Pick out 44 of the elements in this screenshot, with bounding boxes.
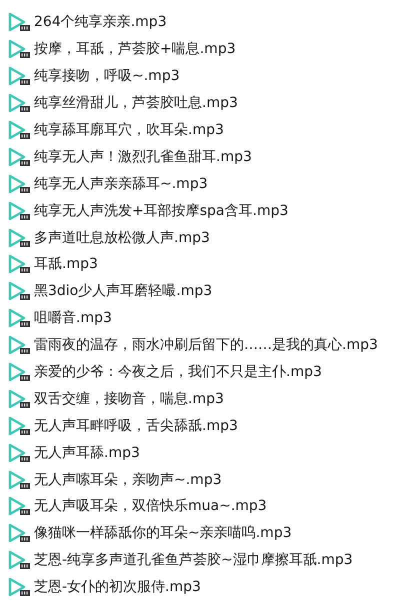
audio-file-icon xyxy=(8,308,30,328)
file-name[interactable]: 耳舐.mp3 xyxy=(34,255,98,274)
file-name[interactable]: 雷雨夜的温存，雨水冲刷后留下的……是我的真心.mp3 xyxy=(34,336,378,354)
file-name[interactable]: 芝恩-纯享多声道孔雀鱼芦荟胶~湿巾摩擦耳舐.mp3 xyxy=(34,551,353,570)
audio-file-icon xyxy=(8,496,30,516)
file-name[interactable]: 亲爱的少爷：今夜之后，我们不只是主仆.mp3 xyxy=(34,363,322,382)
audio-file-icon xyxy=(8,550,30,570)
audio-file-icon xyxy=(8,93,30,114)
file-name[interactable]: 多声道吐息放松微人声.mp3 xyxy=(34,228,210,247)
file-name[interactable]: 纯享无人声洗发+耳部按摩spa含耳.mp3 xyxy=(34,202,288,220)
file-name[interactable]: 无人声耳舔.mp3 xyxy=(34,444,140,462)
file-name[interactable]: 纯享舔耳廓耳穴，吹耳朵.mp3 xyxy=(34,121,224,139)
audio-file-icon xyxy=(8,442,30,463)
audio-file-icon xyxy=(8,12,30,32)
file-name[interactable]: 纯享接吻，呼吸~.mp3 xyxy=(34,67,180,86)
audio-file-icon xyxy=(8,523,30,544)
audio-file-icon xyxy=(8,362,30,382)
audio-file-icon xyxy=(8,174,30,194)
audio-file-icon xyxy=(8,388,30,409)
file-name[interactable]: 纯享丝滑甜儿，芦荟胶吐息.mp3 xyxy=(34,94,238,112)
audio-file-icon xyxy=(8,39,30,60)
audio-file-icon xyxy=(8,416,30,436)
file-name[interactable]: 纯享无人声！激烈孔雀鱼甜耳.mp3 xyxy=(34,148,252,166)
audio-file-icon xyxy=(8,470,30,490)
audio-file-icon xyxy=(8,228,30,248)
file-name[interactable]: 黑3dio少人声耳磨轻嘬.mp3 xyxy=(34,282,212,300)
file-name[interactable]: 无人声吸耳朵，双倍快乐mua~.mp3 xyxy=(34,497,267,516)
audio-file-icon xyxy=(8,335,30,356)
file-name[interactable]: 纯享无人声亲亲舔耳~.mp3 xyxy=(34,174,208,193)
file-name[interactable]: 无人声嗦耳朵，亲吻声~.mp3 xyxy=(34,470,222,489)
file-name[interactable]: 无人声耳畔呼吸，舌尖舔舐.mp3 xyxy=(34,416,238,435)
audio-file-icon xyxy=(8,577,30,598)
file-name[interactable]: 咀嚼音.mp3 xyxy=(34,309,112,328)
file-name[interactable]: 264个纯享亲亲.mp3 xyxy=(34,13,167,32)
file-name[interactable]: 按摩，耳舐，芦荟胶+喘息.mp3 xyxy=(34,40,236,58)
audio-file-icon xyxy=(8,146,30,167)
file-name[interactable]: 双舌交缠，接吻音，喘息.mp3 xyxy=(34,390,224,408)
file-name[interactable]: 芝恩-女仆的初次服侍.mp3 xyxy=(34,578,201,596)
file-name[interactable]: 像猫咪一样舔舐你的耳朵~亲亲喵呜.mp3 xyxy=(34,524,292,542)
audio-file-icon xyxy=(8,281,30,302)
audio-file-icon xyxy=(8,254,30,274)
audio-file-icon xyxy=(8,200,30,221)
audio-file-icon xyxy=(8,120,30,140)
audio-file-icon xyxy=(8,66,30,86)
